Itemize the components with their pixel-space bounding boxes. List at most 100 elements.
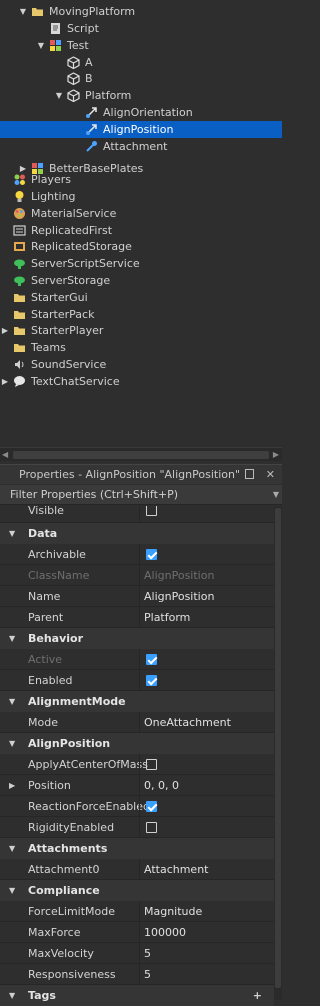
scrollbar-thumb[interactable] bbox=[13, 451, 269, 459]
property-value[interactable]: 0, 0, 0 bbox=[144, 775, 179, 796]
collapse-arrow-icon[interactable]: ▼ bbox=[9, 523, 15, 544]
undock-icon[interactable] bbox=[245, 469, 254, 479]
category-behavior[interactable]: ▼ Behavior bbox=[0, 628, 274, 649]
collapse-arrow-icon[interactable]: ▼ bbox=[9, 733, 15, 754]
checkbox-unchecked[interactable] bbox=[146, 759, 157, 770]
property-row-mode[interactable]: Mode OneAttachment bbox=[0, 712, 274, 733]
property-row-classname[interactable]: ClassName AlignPosition bbox=[0, 565, 274, 586]
explorer-item-players[interactable]: Players bbox=[0, 171, 282, 188]
expand-arrow-right-icon[interactable]: ▶ bbox=[0, 322, 10, 339]
property-value[interactable]: 100000 bbox=[144, 922, 186, 943]
explorer-item-b[interactable]: B bbox=[0, 70, 282, 87]
property-row-parent[interactable]: Parent Platform bbox=[0, 607, 274, 628]
explorer-item-teams[interactable]: Teams bbox=[0, 339, 282, 356]
checkbox-checked[interactable] bbox=[146, 801, 157, 812]
category-alignmentmode[interactable]: ▼ AlignmentMode bbox=[0, 691, 274, 712]
property-row-enabled[interactable]: Enabled bbox=[0, 670, 274, 691]
explorer-item-alignorientation[interactable]: AlignOrientation bbox=[0, 104, 282, 121]
property-value[interactable]: Attachment bbox=[144, 859, 209, 880]
explorer-item-replicatedfirst[interactable]: ReplicatedFirst bbox=[0, 222, 282, 239]
column-divider[interactable] bbox=[139, 712, 140, 733]
category-alignposition[interactable]: ▼ AlignPosition bbox=[0, 733, 274, 754]
property-value[interactable]: OneAttachment bbox=[144, 712, 231, 733]
expand-arrow-right-icon[interactable]: ▶ bbox=[0, 373, 10, 390]
column-divider[interactable] bbox=[139, 796, 140, 817]
collapse-arrow-icon[interactable]: ▼ bbox=[9, 628, 15, 649]
column-divider[interactable] bbox=[139, 565, 140, 586]
filter-properties-input[interactable]: Filter Properties (Ctrl+Shift+P) ▼ bbox=[0, 485, 282, 505]
explorer-item-script[interactable]: Script bbox=[0, 20, 282, 37]
property-row-attachment0[interactable]: Attachment0 Attachment bbox=[0, 859, 274, 880]
property-value[interactable]: AlignPosition bbox=[144, 586, 214, 607]
checkbox-unchecked[interactable] bbox=[146, 822, 157, 833]
column-divider[interactable] bbox=[139, 754, 140, 775]
checkbox-checked[interactable] bbox=[146, 549, 157, 560]
category-attachments[interactable]: ▼ Attachments bbox=[0, 838, 274, 859]
expand-arrow-down-icon[interactable]: ▼ bbox=[54, 87, 64, 104]
close-icon[interactable]: ✕ bbox=[266, 465, 275, 485]
checkbox-unchecked[interactable] bbox=[146, 506, 157, 516]
property-value[interactable]: Magnitude bbox=[144, 901, 202, 922]
explorer-item-soundservice[interactable]: SoundService bbox=[0, 356, 282, 373]
column-divider[interactable] bbox=[139, 859, 140, 880]
explorer-item-materialservice[interactable]: MaterialService bbox=[0, 205, 282, 222]
explorer-item-replicatedstorage[interactable]: ReplicatedStorage bbox=[0, 238, 282, 255]
property-row-position[interactable]: ▶ Position 0, 0, 0 bbox=[0, 775, 274, 796]
explorer-item-startergui[interactable]: StarterGui bbox=[0, 289, 282, 306]
property-value[interactable]: 5 bbox=[144, 943, 151, 964]
explorer-item-test[interactable]: ▼ Test bbox=[0, 37, 282, 54]
explorer-item-attachment[interactable]: Attachment bbox=[0, 138, 282, 155]
column-divider[interactable] bbox=[139, 670, 140, 691]
checkbox-checked[interactable] bbox=[146, 675, 157, 686]
property-row-forcelimitmode[interactable]: ForceLimitMode Magnitude bbox=[0, 901, 274, 922]
property-value[interactable]: 5 bbox=[144, 964, 151, 985]
category-data[interactable]: ▼ Data bbox=[0, 523, 274, 544]
scroll-left-icon[interactable]: ◀ bbox=[2, 448, 8, 462]
column-divider[interactable] bbox=[139, 607, 140, 628]
property-row-responsiveness[interactable]: Responsiveness 5 bbox=[0, 964, 274, 985]
property-row-maxforce[interactable]: MaxForce 100000 bbox=[0, 922, 274, 943]
scroll-right-icon[interactable]: ▶ bbox=[273, 448, 279, 462]
expand-arrow-right-icon[interactable]: ▶ bbox=[9, 775, 15, 796]
column-divider[interactable] bbox=[139, 922, 140, 943]
explorer-item-serverscriptservice[interactable]: ServerScriptService bbox=[0, 255, 282, 272]
scrollbar-thumb[interactable] bbox=[275, 508, 281, 988]
explorer-item-a[interactable]: A bbox=[0, 54, 282, 71]
explorer-item-textchatservice[interactable]: ▶ TextChatService bbox=[0, 373, 282, 390]
column-divider[interactable] bbox=[139, 943, 140, 964]
property-row-rigidityenabled[interactable]: RigidityEnabled bbox=[0, 817, 274, 838]
column-divider[interactable] bbox=[139, 817, 140, 838]
chevron-down-icon[interactable]: ▼ bbox=[273, 485, 279, 505]
column-divider[interactable] bbox=[139, 649, 140, 670]
explorer-item-movingplatform[interactable]: ▼ MovingPlatform bbox=[0, 3, 282, 20]
property-row-applyatcenterofmass[interactable]: ApplyAtCenterOfMass bbox=[0, 754, 274, 775]
explorer-item-serverstorage[interactable]: ServerStorage bbox=[0, 272, 282, 289]
column-divider[interactable] bbox=[139, 586, 140, 607]
collapse-arrow-icon[interactable]: ▼ bbox=[9, 838, 15, 859]
category-tags[interactable]: ▼ Tags + bbox=[0, 985, 274, 1006]
property-row-visible[interactable]: Visible bbox=[0, 506, 274, 523]
explorer-item-starterplayer[interactable]: ▶ StarterPlayer bbox=[0, 322, 282, 339]
property-row-name[interactable]: Name AlignPosition bbox=[0, 586, 274, 607]
explorer-item-platform[interactable]: ▼ Platform bbox=[0, 87, 282, 104]
property-row-active[interactable]: Active bbox=[0, 649, 274, 670]
column-divider[interactable] bbox=[139, 775, 140, 796]
expand-arrow-down-icon[interactable]: ▼ bbox=[18, 3, 28, 20]
add-tag-icon[interactable]: + bbox=[253, 985, 262, 1006]
properties-scrollbar[interactable] bbox=[274, 506, 282, 1000]
collapse-arrow-icon[interactable]: ▼ bbox=[9, 985, 15, 1006]
explorer-horizontal-scrollbar[interactable]: ◀ ▶ bbox=[0, 447, 282, 461]
collapse-arrow-icon[interactable]: ▼ bbox=[9, 880, 15, 901]
column-divider[interactable] bbox=[139, 544, 140, 565]
category-compliance[interactable]: ▼ Compliance bbox=[0, 880, 274, 901]
expand-arrow-down-icon[interactable]: ▼ bbox=[36, 37, 46, 54]
property-row-reactionforceenabled[interactable]: ReactionForceEnabled bbox=[0, 796, 274, 817]
collapse-arrow-icon[interactable]: ▼ bbox=[9, 691, 15, 712]
column-divider[interactable] bbox=[139, 506, 140, 523]
explorer-item-alignposition[interactable]: AlignPosition bbox=[0, 121, 282, 138]
column-divider[interactable] bbox=[139, 964, 140, 985]
explorer-item-lighting[interactable]: Lighting bbox=[0, 188, 282, 205]
column-divider[interactable] bbox=[139, 901, 140, 922]
explorer-item-starterpack[interactable]: StarterPack bbox=[0, 306, 282, 323]
property-value[interactable]: Platform bbox=[144, 607, 190, 628]
